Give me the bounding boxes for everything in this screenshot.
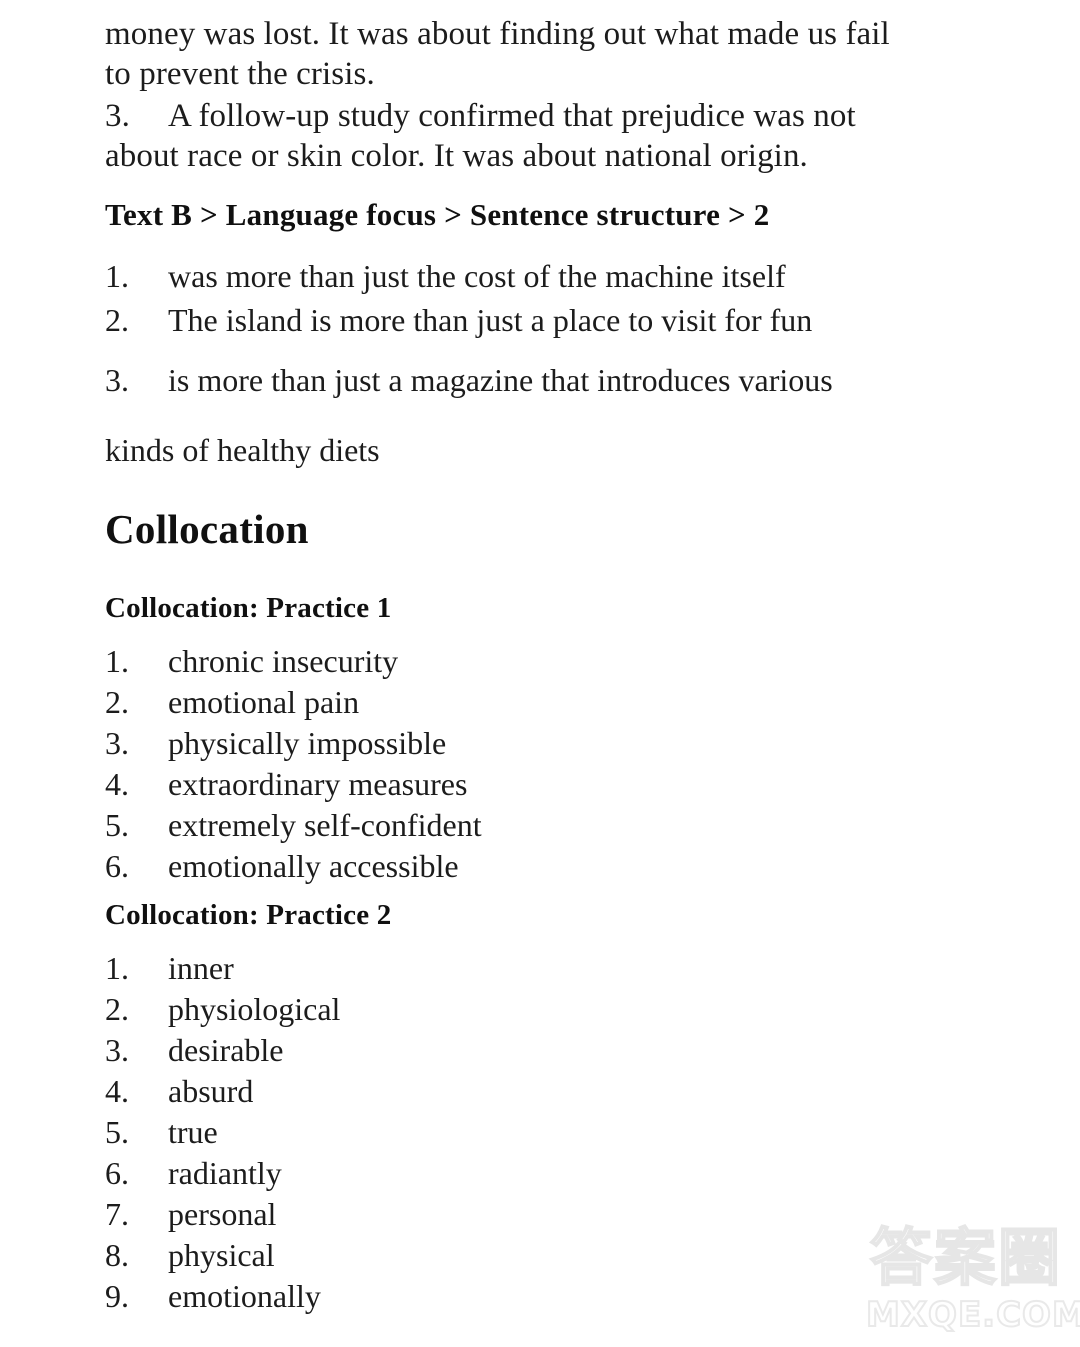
list-item-index: 3. <box>105 362 129 398</box>
list-item-index: 2. <box>105 684 129 720</box>
list-item-index: 9. <box>105 1278 129 1314</box>
list-item-label: true <box>168 1114 218 1150</box>
list-item-label: is more than just a magazine that introd… <box>168 362 833 398</box>
list-item-index: 4. <box>105 1073 129 1109</box>
list-item-label: chronic insecurity <box>168 643 399 679</box>
numbered-paragraph-3-line-2: about race or skin color. It was about n… <box>105 138 808 174</box>
list-item-index: 5. <box>105 807 129 843</box>
list-item-label: physiological <box>168 991 341 1027</box>
collocation-practice-2-heading: Collocation: Practice 2 <box>105 899 392 931</box>
list-item: 2. physiological <box>0 989 1080 1030</box>
list-item-label: emotional pain <box>168 684 360 720</box>
sentence-structure-continuation-line: kinds of healthy diets <box>105 432 380 468</box>
list-item-label: extraordinary measures <box>168 766 468 802</box>
numbered-paragraph-3-line-1: A follow-up study confirmed that prejudi… <box>168 98 856 134</box>
list-item: 5. extremely self-confident <box>0 805 1080 846</box>
list-item: 9. emotionally <box>0 1276 1080 1317</box>
list-item: 3. physically impossible <box>0 723 1080 764</box>
list-item: 1. was more than just the cost of the ma… <box>0 254 1080 298</box>
list-item-index: 6. <box>105 848 129 884</box>
list-item: 6. radiantly <box>0 1153 1080 1194</box>
list-item-label: physically impossible <box>168 725 447 761</box>
list-item-index: 3. <box>105 1032 129 1068</box>
scanned-document-page: money was lost. It was about finding out… <box>0 0 1080 1347</box>
list-item: 7. personal <box>0 1194 1080 1235</box>
list-item: 3. desirable <box>0 1030 1080 1071</box>
list-item-label: desirable <box>168 1032 284 1068</box>
list-item-label: physical <box>168 1237 275 1273</box>
list-item-label: personal <box>168 1196 277 1232</box>
list-item-index: 8. <box>105 1237 129 1273</box>
sentence-structure-heading: Text B > Language focus > Sentence struc… <box>105 197 770 232</box>
list-item: 8. physical <box>0 1235 1080 1276</box>
collocation-practice-1-list: 1. chronic insecurity 2. emotional pain … <box>0 641 1080 887</box>
list-item-index: 4. <box>105 766 129 802</box>
list-item-label: radiantly <box>168 1155 282 1191</box>
list-item: 6. emotionally accessible <box>0 846 1080 887</box>
list-item-label: inner <box>168 950 234 986</box>
collocation-practice-1-heading: Collocation: Practice 1 <box>105 592 392 624</box>
list-item: 1. chronic insecurity <box>0 641 1080 682</box>
list-item-label: extremely self-confident <box>168 807 482 843</box>
list-item-index: 2. <box>105 991 129 1027</box>
list-item: 2. emotional pain <box>0 682 1080 723</box>
list-item: 2. The island is more than just a place … <box>0 298 1080 342</box>
list-item-label: emotionally accessible <box>168 848 459 884</box>
list-item: 4. extraordinary measures <box>0 764 1080 805</box>
list-item-label: The island is more than just a place to … <box>168 302 813 338</box>
list-item-index: 1. <box>105 643 129 679</box>
list-item: 5. true <box>0 1112 1080 1153</box>
list-item-index: 3. <box>105 725 129 761</box>
list-item: 4. absurd <box>0 1071 1080 1112</box>
list-item-index: 1. <box>105 258 129 294</box>
list-item: 1. inner <box>0 948 1080 989</box>
collocation-practice-2-list: 1. inner 2. physiological 3. desirable 4… <box>0 948 1080 1317</box>
sentence-structure-list: 1. was more than just the cost of the ma… <box>0 254 1080 402</box>
top-paragraph-line-2: to prevent the crisis. <box>105 56 375 92</box>
top-paragraph-line-1: money was lost. It was about finding out… <box>105 16 890 52</box>
list-item-label: was more than just the cost of the machi… <box>168 258 786 294</box>
list-item-label: emotionally <box>168 1278 321 1314</box>
list-item-index: 6. <box>105 1155 129 1191</box>
list-item-index: 7. <box>105 1196 129 1232</box>
list-item-label: absurd <box>168 1073 254 1109</box>
collocation-section-heading: Collocation <box>105 506 309 552</box>
list-item-index: 5. <box>105 1114 129 1150</box>
list-item: 3. is more than just a magazine that int… <box>0 358 1080 402</box>
list-item-index: 2. <box>105 302 129 338</box>
list-item-index: 1. <box>105 950 129 986</box>
